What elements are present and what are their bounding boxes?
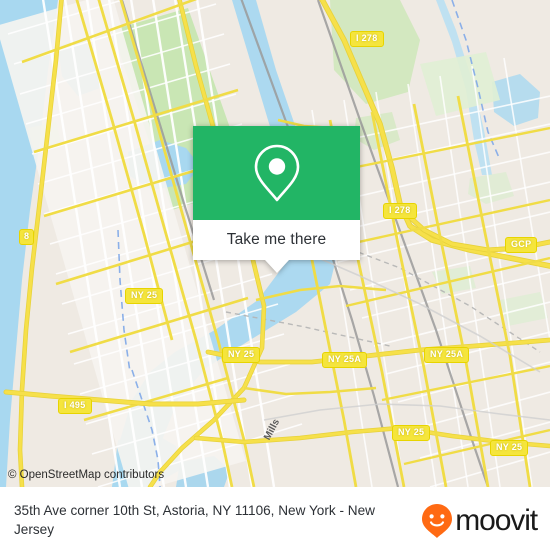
road-shield-i278-north: I 278 xyxy=(350,31,384,47)
popup-action-bar[interactable]: Take me there xyxy=(193,220,360,260)
road-shield-ny25-southeast: NY 25 xyxy=(490,440,529,456)
map-canvas[interactable]: I 278 I 278 GCP 8 NY 25 NY 25 NY 25A NY … xyxy=(0,0,550,487)
take-me-there-label: Take me there xyxy=(226,231,327,248)
moovit-smiley-pin-icon xyxy=(422,504,453,538)
popup-pointer-tail xyxy=(264,260,289,273)
take-me-there-popup[interactable]: Take me there xyxy=(193,126,360,273)
road-shield-ny25-south: NY 25 xyxy=(392,425,431,441)
road-shield-gcp: GCP xyxy=(505,237,538,253)
road-shield-ny25a-east: NY 25A xyxy=(424,347,470,363)
road-shield-i278-east: I 278 xyxy=(383,203,417,219)
map-screenshot: I 278 I 278 GCP 8 NY 25 NY 25 NY 25A NY … xyxy=(0,0,550,550)
footer-bar: 35th Ave corner 10th St, Astoria, NY 111… xyxy=(0,487,550,550)
moovit-logo[interactable]: moovit xyxy=(420,503,538,539)
road-shield-i495: I 495 xyxy=(58,398,92,414)
road-shield-ny25-west: NY 25 xyxy=(125,288,164,304)
map-pin-icon xyxy=(254,144,299,202)
osm-attribution[interactable]: © OpenStreetMap contributors xyxy=(8,469,164,481)
road-shield-ny25-mid: NY 25 xyxy=(222,347,261,363)
road-shield-8: 8 xyxy=(19,229,35,245)
address-text: 35th Ave corner 10th St, Astoria, NY 111… xyxy=(14,503,375,537)
road-shield-ny25a-mid: NY 25A xyxy=(322,352,368,368)
moovit-wordmark: moovit xyxy=(455,504,538,537)
popup-header xyxy=(193,126,360,220)
